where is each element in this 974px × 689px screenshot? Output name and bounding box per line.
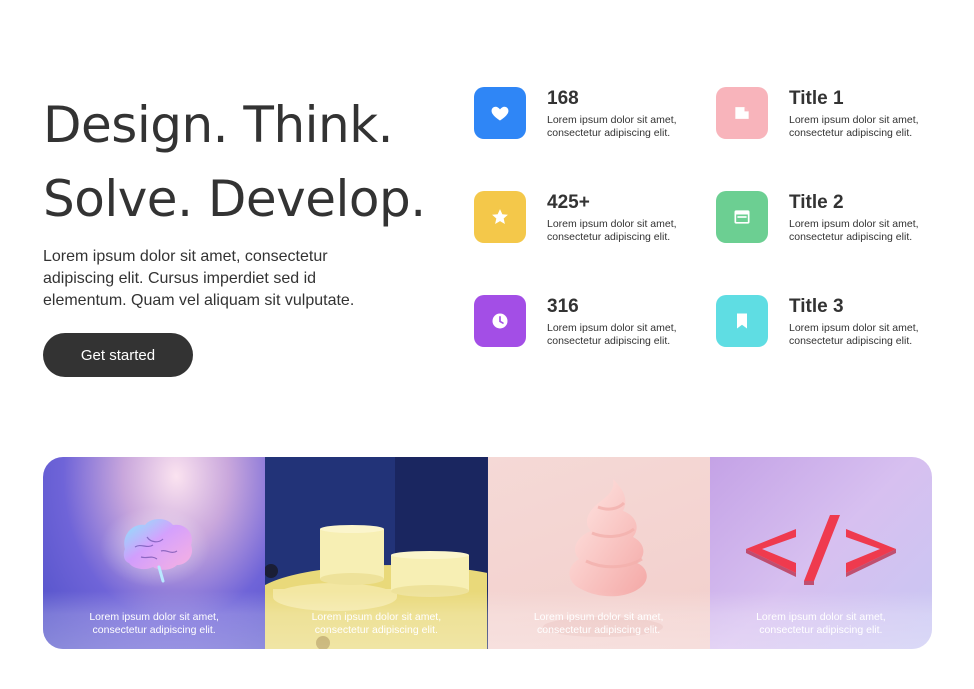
get-started-button[interactable]: Get started bbox=[43, 333, 193, 377]
gallery-caption-text: Lorem ipsum dolor sit amet, consectetur … bbox=[311, 611, 442, 636]
gallery-caption: Lorem ipsum dolor sit amet, consectetur … bbox=[43, 591, 266, 649]
feature-text: Lorem ipsum dolor sit amet, consectetur … bbox=[789, 322, 919, 347]
feature-item-2: Title 1 Lorem ipsum dolor sit amet, cons… bbox=[716, 87, 946, 147]
feature-title: 425+ bbox=[547, 192, 590, 213]
bookmark-icon bbox=[716, 295, 768, 347]
feature-text: Lorem ipsum dolor sit amet, consectetur … bbox=[789, 114, 919, 139]
feature-text: Lorem ipsum dolor sit amet, consectetur … bbox=[547, 322, 677, 347]
feature-title: 168 bbox=[547, 88, 579, 109]
feature-text: Lorem ipsum dolor sit amet, consectetur … bbox=[789, 218, 919, 243]
heart-icon bbox=[474, 87, 526, 139]
gallery-tile-brain[interactable]: Lorem ipsum dolor sit amet, consectetur … bbox=[43, 457, 266, 649]
feature-title: 316 bbox=[547, 296, 579, 317]
hero-description: Lorem ipsum dolor sit amet, consectetur … bbox=[43, 248, 355, 309]
star-icon bbox=[474, 191, 526, 243]
feature-item-5: 316 Lorem ipsum dolor sit amet, consecte… bbox=[474, 295, 704, 355]
feature-text: Lorem ipsum dolor sit amet, consectetur … bbox=[547, 218, 677, 243]
feature-title: Title 3 bbox=[789, 296, 844, 317]
browser-window-icon bbox=[716, 191, 768, 243]
gallery-tile-code[interactable]: Lorem ipsum dolor sit amet, consectetur … bbox=[709, 457, 932, 649]
document-icon bbox=[716, 87, 768, 139]
feature-item-1: 168 Lorem ipsum dolor sit amet, consecte… bbox=[474, 87, 704, 147]
gallery-caption-text: Lorem ipsum dolor sit amet, consectetur … bbox=[89, 611, 219, 636]
gallery-caption-text: Lorem ipsum dolor sit amet, consectetur … bbox=[533, 611, 664, 636]
gallery-caption-text: Lorem ipsum dolor sit amet, consectetur … bbox=[756, 611, 886, 636]
feature-item-3: 425+ Lorem ipsum dolor sit amet, consect… bbox=[474, 191, 704, 251]
gallery-tile-cream[interactable]: Lorem ipsum dolor sit amet, consectetur … bbox=[487, 457, 710, 649]
feature-title: Title 1 bbox=[789, 88, 844, 109]
hero-title: Design. Think. Solve. Develop. bbox=[43, 88, 453, 236]
gallery-caption: Lorem ipsum dolor sit amet, consectetur … bbox=[709, 591, 932, 649]
image-gallery: Lorem ipsum dolor sit amet, consectetur … bbox=[43, 457, 932, 649]
gallery-tile-podiums[interactable]: Lorem ipsum dolor sit amet, consectetur … bbox=[265, 457, 488, 649]
hero-title-line-2: Solve. Develop. bbox=[43, 170, 426, 228]
gallery-caption: Lorem ipsum dolor sit amet, consectetur … bbox=[265, 591, 488, 649]
clock-icon bbox=[474, 295, 526, 347]
gallery-caption: Lorem ipsum dolor sit amet, consectetur … bbox=[487, 591, 710, 649]
feature-item-6: Title 3 Lorem ipsum dolor sit amet, cons… bbox=[716, 295, 946, 355]
feature-item-4: Title 2 Lorem ipsum dolor sit amet, cons… bbox=[716, 191, 946, 251]
hero-title-line-1: Design. Think. bbox=[43, 96, 394, 154]
feature-title: Title 2 bbox=[789, 192, 844, 213]
feature-text: Lorem ipsum dolor sit amet, consectetur … bbox=[547, 114, 677, 139]
